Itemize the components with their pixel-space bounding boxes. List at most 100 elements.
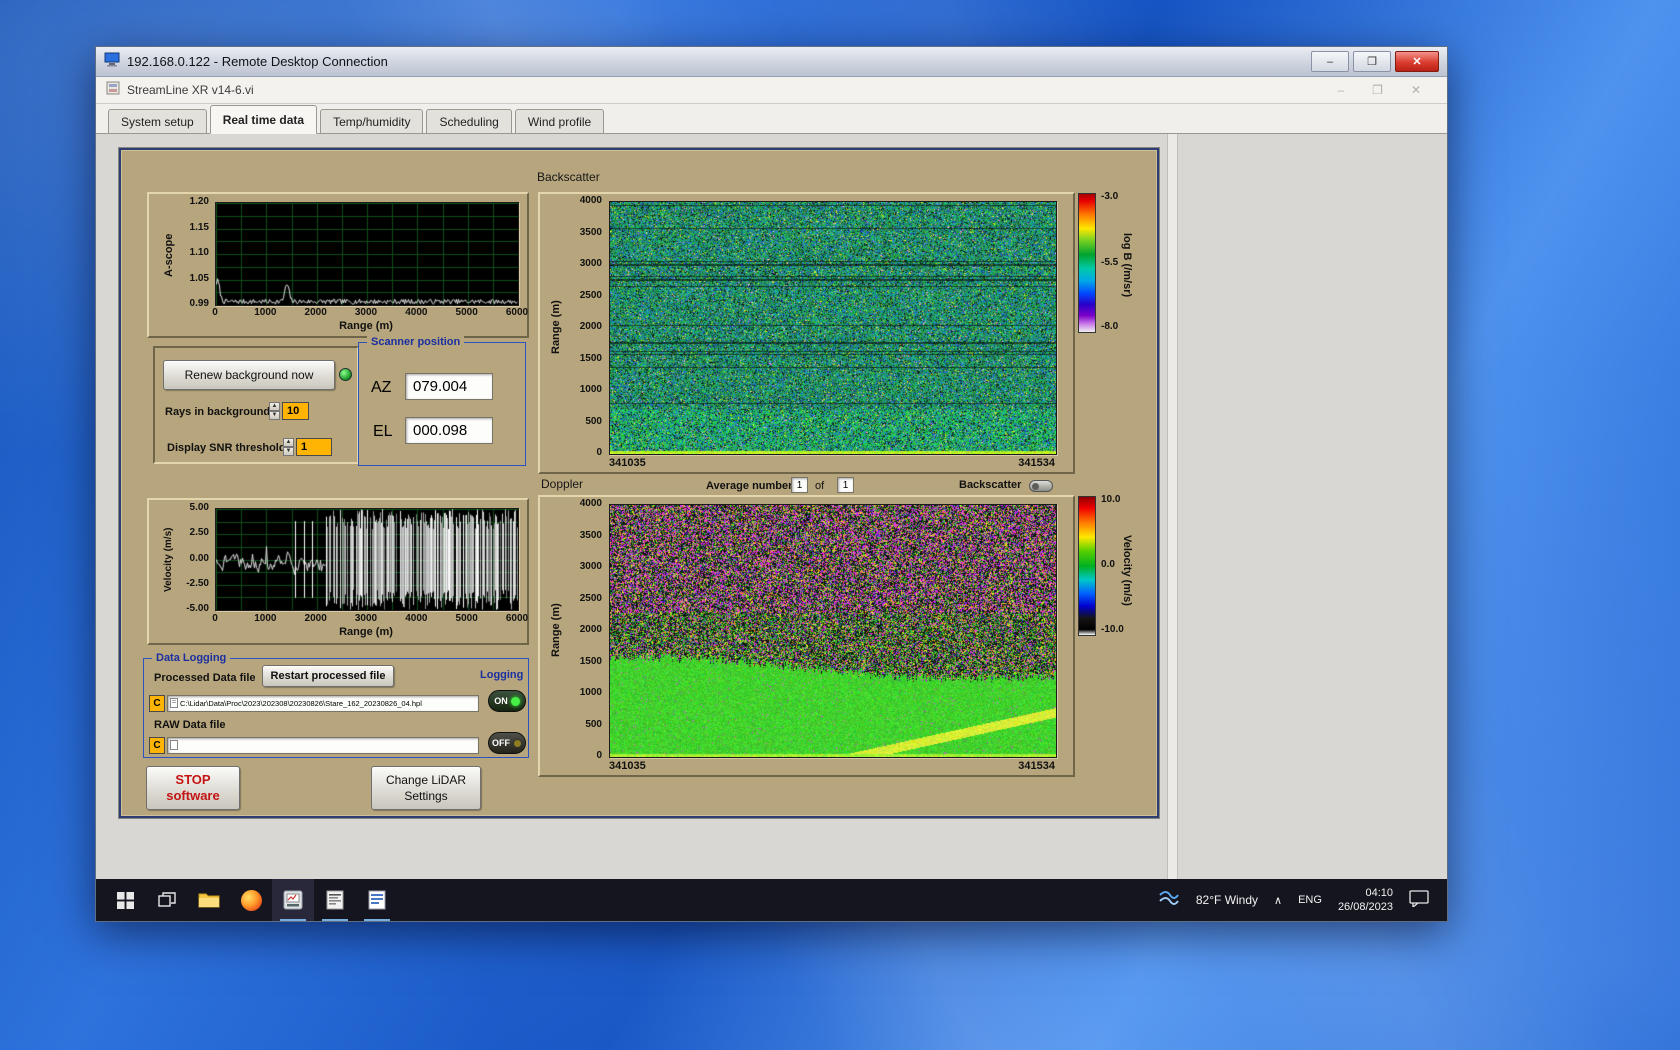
- rdp-titlebar: 192.168.0.122 - Remote Desktop Connectio…: [96, 47, 1447, 77]
- y-tick-label: 2000: [579, 624, 602, 635]
- task-view-icon[interactable]: [146, 879, 188, 921]
- y-tick-label: 4000: [579, 195, 602, 206]
- x-tick-label: 1000: [254, 307, 277, 318]
- y-tick-label: 0: [596, 750, 602, 761]
- ascope-y-ticks: 1.20 1.15 1.10 1.05 0.99: [179, 196, 211, 309]
- tab-real-time-data[interactable]: Real time data: [209, 105, 318, 134]
- tray-chevron-icon[interactable]: ∧: [1274, 894, 1282, 907]
- weather-text[interactable]: 82°F Windy: [1196, 893, 1258, 907]
- y-tick-label: 1.10: [189, 247, 209, 258]
- clock[interactable]: 04:10 26/08/2023: [1338, 886, 1393, 914]
- scan-scheduler-icon[interactable]: [314, 879, 356, 921]
- backscatter-plot-group: Range (m) 4000 3500 3000 2500 2000 1500 1000 50…: [538, 192, 1075, 474]
- doppler-section-title: Doppler: [541, 477, 584, 491]
- y-tick-label: -2.50: [186, 577, 209, 589]
- backscatter-colorbar-gradient: [1078, 193, 1096, 333]
- el-value-field: 000.098: [405, 417, 493, 444]
- firefox-icon[interactable]: [230, 879, 272, 921]
- x-tick-label: 4000: [405, 307, 428, 318]
- app-maximize-button[interactable]: ❐: [1372, 83, 1383, 97]
- snr-spinner[interactable]: ▲ ▼: [283, 438, 294, 456]
- y-tick-label: 1.05: [189, 272, 209, 284]
- y-tick-label: 2500: [579, 592, 602, 604]
- renew-background-button[interactable]: Renew background now: [163, 360, 335, 390]
- rays-spinner[interactable]: ▲ ▼: [269, 402, 280, 420]
- raw-drive-button[interactable]: C: [149, 737, 165, 754]
- doppler-y-axis-label: Range (m): [550, 603, 562, 657]
- doppler-y-ticks: 4000 3500 3000 2500 2000 1500 1000 500 0: [564, 498, 604, 761]
- y-tick-label: 0.99: [189, 298, 209, 309]
- raw-path-field[interactable]: [167, 737, 479, 754]
- velocity-x-ticks: 0 1000 2000 3000 4000 5000 6000: [212, 613, 528, 625]
- action-center-icon[interactable]: [1409, 889, 1429, 912]
- tab-wind-profile[interactable]: Wind profile: [514, 109, 605, 133]
- y-tick-label: 1000: [579, 384, 602, 395]
- rdp-icon: [104, 52, 120, 72]
- processed-data-file-label: Processed Data file: [154, 672, 256, 684]
- tab-scheduling[interactable]: Scheduling: [426, 109, 512, 133]
- y-tick-label: 1.20: [189, 196, 209, 207]
- toggle-knob: [1032, 483, 1039, 490]
- velocity-y-axis-label: Velocity (m/s): [163, 527, 174, 593]
- velocity-plot-group: Velocity (m/s) 5.00 2.50 0.00 -2.50 -5.00 0 1…: [147, 498, 529, 645]
- restart-processed-file-button[interactable]: Restart processed file: [262, 665, 394, 687]
- backscatter-y-ticks: 4000 3500 3000 2500 2000 1500 1000 500 0: [564, 195, 604, 458]
- app-close-button[interactable]: ✕: [1411, 83, 1421, 97]
- weather-icon[interactable]: [1158, 890, 1180, 911]
- rdp-maximize-button[interactable]: ❐: [1353, 51, 1391, 72]
- y-tick-label: 500: [585, 718, 602, 730]
- of-count-field[interactable]: 1: [837, 477, 854, 493]
- notepad-icon[interactable]: [356, 879, 398, 921]
- rdp-minimize-button[interactable]: –: [1311, 51, 1349, 72]
- backscatter-display-toggle[interactable]: [1029, 480, 1053, 492]
- doppler-x-start-label: 341035: [609, 760, 646, 772]
- taskbar: 82°F Windy ∧ ENG 04:10 26/08/2023: [96, 879, 1447, 921]
- file-explorer-icon[interactable]: [188, 879, 230, 921]
- x-tick-label: 0: [212, 307, 218, 318]
- doppler-plot-group: Range (m) 4000 3500 3000 2500 2000 1500 1000 50…: [538, 495, 1075, 777]
- settings-line2: Settings: [404, 789, 448, 803]
- stop-line1: STOP: [175, 772, 211, 787]
- rdp-close-button[interactable]: ✕: [1395, 51, 1439, 72]
- streamline-app-icon[interactable]: [272, 879, 314, 921]
- background-controls-box: Renew background now Rays in background …: [153, 346, 359, 464]
- y-tick-label: 3500: [579, 226, 602, 238]
- doppler-x-end-label: 341534: [1018, 760, 1055, 772]
- average-number-label: Average number: [706, 480, 793, 492]
- rays-value-field[interactable]: 10: [282, 402, 309, 420]
- backscatter-y-axis-label: Range (m): [550, 300, 562, 354]
- x-tick-label: 2000: [304, 307, 327, 318]
- ascope-y-axis-label: A-scope: [163, 233, 175, 277]
- raw-logging-toggle[interactable]: OFF: [488, 732, 526, 754]
- colorbar-tick: -5.5: [1101, 257, 1119, 268]
- velocity-x-axis-label: Range (m): [339, 626, 393, 638]
- lidar-panel: Backscatter A-scope 1.20 1.15 1.10 1.05 0.99…: [119, 148, 1159, 818]
- tab-system-setup[interactable]: System setup: [108, 109, 207, 133]
- y-tick-label: 0.00: [189, 552, 209, 564]
- x-tick-label: 3000: [354, 307, 378, 318]
- scanner-position-group: Scanner position AZ 079.004 EL 000.098: [358, 335, 526, 466]
- processed-drive-button[interactable]: C: [149, 695, 165, 712]
- processed-logging-toggle[interactable]: ON: [488, 690, 526, 712]
- start-button[interactable]: [104, 879, 146, 921]
- data-logging-group: Data Logging Processed Data file Restart…: [143, 651, 529, 758]
- backscatter-toggle-label: Backscatter: [959, 479, 1022, 491]
- tab-temp-humidity[interactable]: Temp/humidity: [320, 109, 424, 133]
- colorbar-tick: 10.0: [1101, 494, 1121, 505]
- ascope-plot-group: A-scope 1.20 1.15 1.10 1.05 0.99 0 1000 2000 30…: [147, 192, 529, 338]
- change-lidar-settings-button[interactable]: Change LiDAR Settings: [371, 766, 481, 810]
- processed-path-field[interactable]: C:\Lidar\Data\Proc\2023\202308\20230826\…: [167, 695, 479, 712]
- app-titlebar: StreamLine XR v14-6.vi – ❐ ✕: [96, 77, 1447, 104]
- y-tick-label: 1500: [579, 655, 602, 667]
- weather-temp: 82°F: [1195, 893, 1222, 907]
- x-tick-label: 6000: [505, 613, 529, 624]
- backscatter-x-end-label: 341534: [1018, 457, 1055, 469]
- app-minimize-button[interactable]: –: [1337, 83, 1344, 97]
- y-tick-label: 2.50: [189, 527, 209, 539]
- az-value-field: 079.004: [405, 373, 493, 400]
- average-number-field[interactable]: 1: [791, 477, 808, 493]
- language-indicator[interactable]: ENG: [1298, 894, 1322, 906]
- snr-value-field[interactable]: 1: [296, 438, 332, 456]
- stop-software-button[interactable]: STOP software: [146, 766, 240, 810]
- on-led: [510, 696, 520, 706]
